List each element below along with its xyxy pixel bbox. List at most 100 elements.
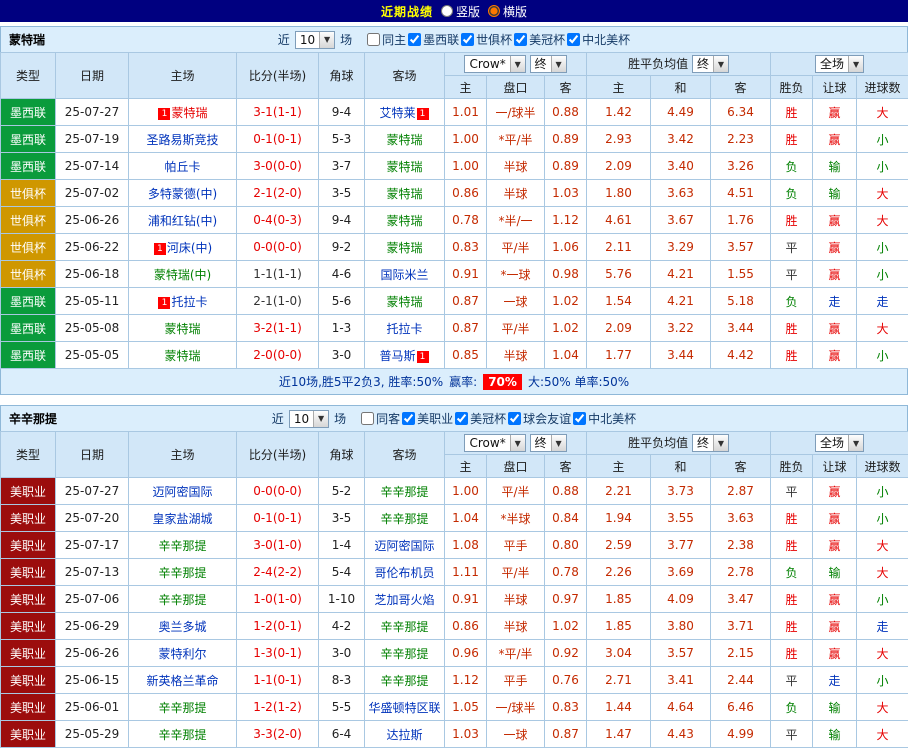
layout-option-horizontal[interactable]: 横版 (488, 3, 527, 20)
team-link[interactable]: 迈阿密国际 (152, 485, 212, 499)
avg-time-select[interactable]: 终▼ (692, 55, 729, 73)
score-link[interactable]: 1-2(0-1) (253, 619, 302, 633)
odds-time-select[interactable]: 终▼ (530, 434, 567, 452)
avg-home-cell: 2.09 (587, 315, 651, 342)
away-team-cell: 哥伦布机员 (365, 559, 445, 586)
match-count-select[interactable]: 10▼ (289, 410, 329, 428)
team-link[interactable]: 蒙特瑞 (386, 241, 422, 255)
odds-time-select[interactable]: 终▼ (530, 55, 567, 73)
score-link[interactable]: 3-3(2-0) (253, 727, 302, 741)
checkbox-input[interactable] (514, 33, 527, 46)
team-link[interactable]: 国际米兰 (380, 268, 428, 282)
scope-select[interactable]: 全场▼ (815, 434, 864, 452)
filter-checkbox-美职业[interactable]: 美职业 (402, 410, 453, 427)
score-link[interactable]: 3-0(0-0) (253, 159, 302, 173)
team-link[interactable]: 艾特莱 (379, 106, 415, 120)
score-link[interactable]: 3-0(1-0) (253, 538, 302, 552)
checkbox-input[interactable] (508, 412, 521, 425)
score-link[interactable]: 1-0(1-0) (253, 592, 302, 606)
team-link[interactable]: 迈阿密国际 (374, 539, 434, 553)
score-link[interactable]: 0-4(0-3) (253, 213, 302, 227)
team-link[interactable]: 辛辛那提 (158, 566, 206, 580)
filter-checkbox-中北美杯[interactable]: 中北美杯 (567, 31, 630, 48)
checkbox-input[interactable] (402, 412, 415, 425)
team-link[interactable]: 蒙特瑞 (386, 214, 422, 228)
team-link[interactable]: 浦和红钻(中) (148, 214, 217, 228)
team-link[interactable]: 蒙特瑞 (386, 295, 422, 309)
score-link[interactable]: 1-2(1-2) (253, 700, 302, 714)
team-link[interactable]: 蒙特瑞 (171, 106, 207, 120)
score-link[interactable]: 0-1(0-1) (253, 132, 302, 146)
score-link[interactable]: 2-0(0-0) (253, 348, 302, 362)
checkbox-input[interactable] (573, 412, 586, 425)
team-link[interactable]: 达拉斯 (386, 728, 422, 742)
filter-checkbox-同客[interactable]: 同客 (361, 410, 400, 427)
checkbox-input[interactable] (455, 412, 468, 425)
filter-checkbox-中北美杯[interactable]: 中北美杯 (573, 410, 636, 427)
checkbox-input[interactable] (567, 33, 580, 46)
avg-time-select[interactable]: 终▼ (692, 434, 729, 452)
team-link[interactable]: 多特蒙德(中) (148, 187, 217, 201)
team-link[interactable]: 蒙特瑞(中) (154, 268, 211, 282)
score-link[interactable]: 0-0(0-0) (253, 240, 302, 254)
team-link[interactable]: 托拉卡 (386, 322, 422, 336)
filter-checkbox-同主[interactable]: 同主 (367, 31, 406, 48)
score-link[interactable]: 0-1(0-1) (253, 511, 302, 525)
team-link[interactable]: 河床(中) (167, 241, 212, 255)
score-link[interactable]: 2-4(2-2) (253, 565, 302, 579)
score-link[interactable]: 3-2(1-1) (253, 321, 302, 335)
layout-option-vertical[interactable]: 竖版 (441, 3, 480, 20)
match-row: 世俱杯25-06-18蒙特瑞(中)1-1(1-1)4-6国际米兰0.91*一球0… (1, 261, 908, 288)
match-count-select[interactable]: 10▼ (295, 31, 335, 49)
score-link[interactable]: 2-1(2-0) (253, 186, 302, 200)
checkbox-input[interactable] (461, 33, 474, 46)
team-link[interactable]: 哥伦布机员 (374, 566, 434, 580)
score-link[interactable]: 0-0(0-0) (253, 484, 302, 498)
team-link[interactable]: 辛辛那提 (158, 701, 206, 715)
filter-checkbox-墨西联[interactable]: 墨西联 (408, 31, 459, 48)
filter-checkbox-美冠杯[interactable]: 美冠杯 (455, 410, 506, 427)
checkbox-input[interactable] (361, 412, 374, 425)
filter-checkbox-球会友谊[interactable]: 球会友谊 (508, 410, 571, 427)
team-link[interactable]: 芝加哥火焰 (374, 593, 434, 607)
filter-checkbox-美冠杯[interactable]: 美冠杯 (514, 31, 565, 48)
score-link[interactable]: 1-3(0-1) (253, 646, 302, 660)
score-link[interactable]: 1-1(0-1) (253, 673, 302, 687)
team-link[interactable]: 圣路易斯竞技 (146, 133, 218, 147)
team-link[interactable]: 蒙特瑞 (386, 160, 422, 174)
team-link[interactable]: 辛辛那提 (380, 647, 428, 661)
team-link[interactable]: 辛辛那提 (158, 728, 206, 742)
team-link[interactable]: 奥兰多城 (158, 620, 206, 634)
team-link[interactable]: 新英格兰革命 (146, 674, 218, 688)
score-link[interactable]: 2-1(1-0) (253, 294, 302, 308)
team-link[interactable]: 蒙特瑞 (164, 349, 200, 363)
team-link[interactable]: 蒙特瑞 (164, 322, 200, 336)
result-cell: 胜 (771, 342, 813, 369)
team-link[interactable]: 帕丘卡 (164, 160, 200, 174)
checkbox-input[interactable] (367, 33, 380, 46)
team-link[interactable]: 华盛顿特区联 (368, 701, 440, 715)
team-link[interactable]: 辛辛那提 (380, 512, 428, 526)
scope-select[interactable]: 全场▼ (815, 55, 864, 73)
filter-checkbox-世俱杯[interactable]: 世俱杯 (461, 31, 512, 48)
score-link[interactable]: 1-1(1-1) (253, 267, 302, 281)
team-link[interactable]: 辛辛那提 (380, 485, 428, 499)
team-link[interactable]: 辛辛那提 (158, 593, 206, 607)
score-link[interactable]: 3-1(1-1) (253, 105, 302, 119)
team-link[interactable]: 辛辛那提 (158, 539, 206, 553)
team-link[interactable]: 蒙特利尔 (158, 647, 206, 661)
vertical-radio[interactable] (441, 5, 453, 17)
odds-company-select[interactable]: Crow*▼ (464, 55, 525, 73)
team-link[interactable]: 蒙特瑞 (386, 133, 422, 147)
odds-company-select[interactable]: Crow*▼ (464, 434, 525, 452)
handicap-cell: 平/半 (487, 315, 545, 342)
team-link[interactable]: 辛辛那提 (380, 674, 428, 688)
team-link[interactable]: 皇家盐湖城 (152, 512, 212, 526)
team-link[interactable]: 辛辛那提 (380, 620, 428, 634)
team-link[interactable]: 蒙特瑞 (386, 187, 422, 201)
team-link[interactable]: 普马斯 (379, 349, 415, 363)
away-team-cell: 辛辛那提 (365, 640, 445, 667)
checkbox-input[interactable] (408, 33, 421, 46)
team-link[interactable]: 托拉卡 (171, 295, 207, 309)
horizontal-radio[interactable] (488, 5, 500, 17)
